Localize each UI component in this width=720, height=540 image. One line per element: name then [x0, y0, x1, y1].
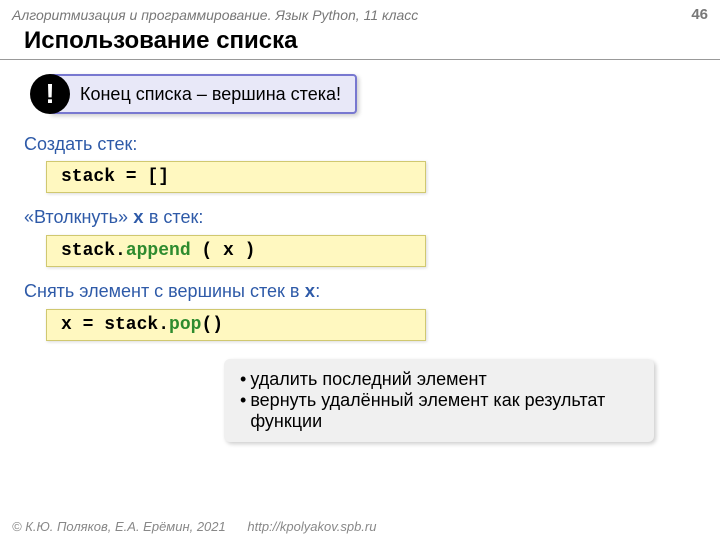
info-text-2: вернуть удалённый элемент как результат … [250, 390, 638, 432]
code-push-method: append [126, 241, 191, 261]
label-push-var: x [133, 209, 144, 229]
info-box: • удалить последний элемент • вернуть уд… [224, 359, 654, 442]
info-bullet-2: • вернуть удалённый элемент как результа… [240, 390, 638, 432]
copyright: © К.Ю. Поляков, Е.А. Ерёмин, 2021 [12, 519, 226, 534]
code-push: stack.append ( x ) [46, 235, 426, 267]
callout-text: Конец списка – вершина стека! [48, 74, 357, 114]
page-number: 46 [691, 6, 708, 23]
code-pop-method: pop [169, 315, 201, 335]
exclamation-icon: ! [30, 74, 70, 114]
code-create: stack = [] [46, 161, 426, 193]
label-push-pre: «Втолкнуть» [24, 207, 133, 227]
label-push: «Втолкнуть» x в стек: [24, 207, 696, 229]
course-name: Алгоритмизация и программирование. Язык … [12, 7, 418, 23]
label-pop-var: x [304, 283, 315, 303]
code-pop-post: () [201, 315, 223, 335]
code-push-pre: stack. [61, 241, 126, 261]
footer-url: http://kpolyakov.spb.ru [247, 519, 376, 534]
code-pop: x = stack.pop() [46, 309, 426, 341]
code-push-post: ( x ) [191, 241, 256, 261]
content: Создать стек: stack = [] «Втолкнуть» x в… [0, 134, 720, 442]
info-bullet-1: • удалить последний элемент [240, 369, 638, 390]
callout: ! Конец списка – вершина стека! [30, 74, 720, 114]
code-pop-pre: x = stack. [61, 315, 169, 335]
label-pop: Снять элемент с вершины стек в x: [24, 281, 696, 303]
footer: © К.Ю. Поляков, Е.А. Ерёмин, 2021 http:/… [12, 519, 376, 534]
bullet-icon: • [240, 390, 246, 432]
label-pop-post: : [315, 281, 320, 301]
label-pop-pre: Снять элемент с вершины стек в [24, 281, 304, 301]
label-push-post: в стек: [144, 207, 204, 227]
label-create: Создать стек: [24, 134, 696, 155]
info-text-1: удалить последний элемент [250, 369, 638, 390]
page-title: Использование списка [0, 25, 720, 60]
bullet-icon: • [240, 369, 246, 390]
header: Алгоритмизация и программирование. Язык … [0, 0, 720, 25]
